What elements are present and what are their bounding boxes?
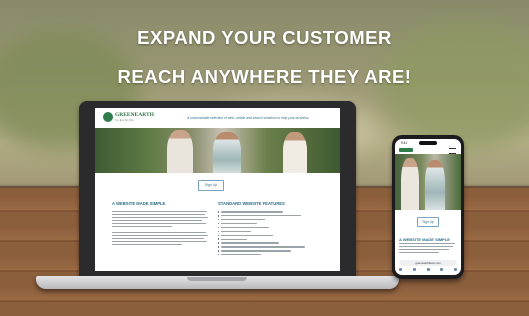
site-tagline: A customizable selection of web, mobile … — [187, 116, 309, 120]
address-bar[interactable]: greenearthfacts.com — [399, 260, 457, 266]
back-icon[interactable] — [399, 268, 402, 271]
hero-person — [401, 158, 419, 210]
left-heading: A WEBSITE MADE SIMPLE — [112, 201, 166, 206]
tabs-icon[interactable] — [454, 268, 457, 271]
forward-icon[interactable] — [412, 268, 416, 271]
phone-screen: 9:41 Sign Up A WEBSITE MADE SIMPLE green… — [395, 139, 461, 275]
details-paragraph — [112, 232, 208, 247]
status-time: 9:41 — [401, 141, 408, 145]
signup-button[interactable]: Sign Up — [198, 180, 224, 191]
share-icon[interactable] — [426, 268, 430, 271]
phone-heading: A WEBSITE MADE SIMPLE — [399, 237, 450, 242]
site-logo[interactable]: GREENEARTH CLEANING — [103, 112, 163, 124]
banner-line-2: REACH ANYWHERE THEY ARE! — [117, 66, 412, 87]
dynamic-island — [419, 141, 437, 145]
browser-toolbar — [399, 268, 457, 272]
hero-person — [425, 160, 445, 210]
status-bar: 9:41 — [395, 139, 461, 147]
banner-line-1: EXPAND YOUR CUSTOMER — [137, 27, 392, 48]
laptop-screen: GREENEARTH CLEANING A customizable selec… — [95, 108, 340, 271]
phone-paragraph — [399, 243, 455, 255]
site-header: GREENEARTH CLEANING A customizable selec… — [95, 108, 340, 128]
intro-paragraph — [112, 211, 208, 229]
hero-person — [283, 132, 307, 173]
hero-image — [395, 154, 461, 210]
hero-image — [95, 128, 340, 173]
logo-subtitle: CLEANING — [115, 118, 135, 122]
laptop-notch — [187, 277, 247, 281]
hero-person — [213, 132, 241, 173]
hero-person — [167, 130, 193, 173]
features-list — [218, 210, 318, 257]
right-heading: STANDARD WEBSITE FEATURES — [218, 201, 285, 206]
logo-icon — [103, 112, 113, 122]
logo-icon[interactable] — [399, 148, 413, 152]
bookmarks-icon[interactable] — [440, 268, 444, 271]
signup-button[interactable]: Sign Up — [417, 217, 439, 227]
